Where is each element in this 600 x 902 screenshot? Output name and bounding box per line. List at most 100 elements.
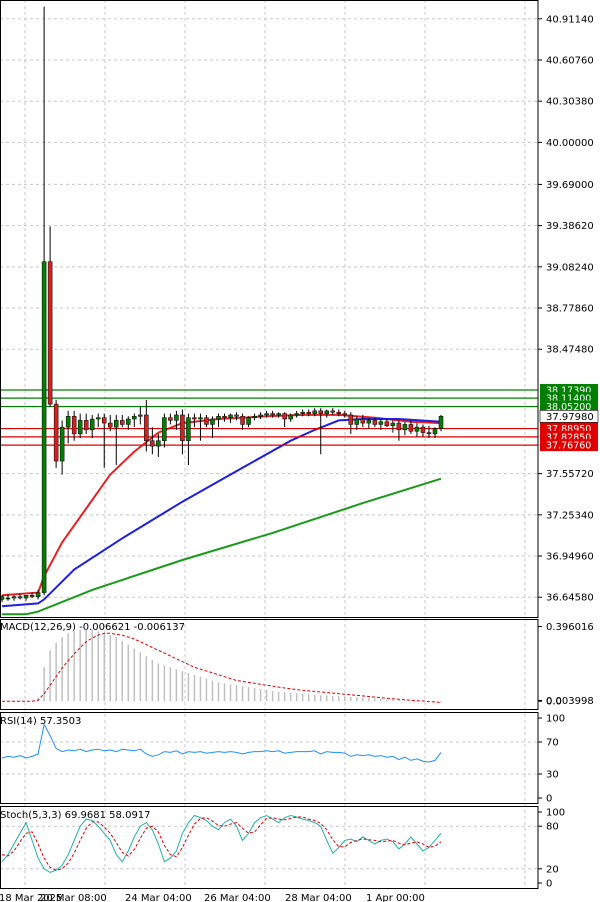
candle-body-47 [282,413,287,420]
candle-body-36 [216,416,221,420]
candle-body-20 [120,420,125,425]
time-tick-label-5: 1 Apr 00:00 [366,893,425,902]
price-tick-label-2: 40.30380 [546,97,594,108]
trading-chart[interactable]: MACD(12,26,9) -0.006621 -0.006137 RSI(14… [0,0,600,902]
stoch-tick-label-1: 80 [546,822,559,833]
candle-body-11 [65,416,71,428]
price-tick-label-5: 39.38620 [546,221,594,232]
candle-body-10 [59,426,65,462]
candle-body-46 [276,413,281,416]
candle-body-54 [324,410,329,414]
candle-body-60 [360,418,366,424]
candle-body-45 [270,413,275,416]
candle-body-72 [432,428,438,435]
stoch-title: Stoch(5,3,3) 69.9681 58.0917 [0,810,151,821]
candle-body-69 [414,426,420,432]
time-tick-label-3: 26 Mar 04:00 [204,893,271,902]
rsi-tick-label-2: 30 [546,770,559,781]
chart-background [0,0,600,902]
stoch-tick-label-0: 100 [546,808,565,819]
rsi-tick-label-0: 100 [546,714,565,725]
price-badges: 38.1739038.1140038.0520037.8895037.82850… [539,384,599,452]
candle-body-32 [192,417,197,420]
candle-body-67 [402,424,408,431]
price-tick-label-18: 36.94960 [546,552,594,563]
candle-body-3 [17,596,23,599]
candle-body-61 [366,420,372,424]
candle-body-30 [180,414,185,441]
candle-body-26 [156,440,161,447]
candle-body-15 [89,418,95,431]
candle-body-23 [138,414,143,417]
candle-body-19 [114,420,119,428]
candle-body-59 [354,418,360,425]
candle-body-63 [378,421,384,425]
price-tick-label-19: 36.64580 [546,593,594,604]
price-tick-label-16: 37.55720 [546,469,594,480]
candle-body-41 [246,417,251,425]
candle-body-48 [288,414,293,420]
candle-body-71 [426,432,432,435]
candle-body-4 [23,595,29,599]
price-tick-label-8: 38.47480 [546,345,594,356]
current-price-label: 37.97980 [546,412,594,423]
price-tick-label-3: 40.00000 [546,138,594,149]
candle-body-73 [438,416,444,429]
candle-body-57 [342,413,348,416]
candle-body-5 [29,595,35,597]
candle-body-40 [240,416,245,425]
candle-body-9 [53,403,59,462]
candle-body-28 [168,417,173,421]
candle-body-38 [228,414,233,418]
price-tick-label-4: 39.69000 [546,180,594,191]
candle-body-27 [162,417,167,441]
candle-body-14 [83,420,89,431]
candle-body-17 [101,417,107,424]
candle-body-25 [150,440,155,447]
candle-body-58 [348,414,354,425]
candle-body-8 [47,261,53,405]
price-tick-label-17: 37.25340 [546,510,594,521]
candle-body-21 [126,418,131,425]
candle-body-16 [95,417,101,420]
candle-body-24 [144,414,149,441]
candle-body-56 [336,411,342,414]
candle-body-29 [174,414,179,421]
time-tick-label-4: 28 Mar 04:00 [285,893,352,902]
stoch-tick-label-2: 20 [546,864,559,875]
rsi-tick-label-1: 70 [546,738,559,749]
candle-body-51 [306,411,311,414]
candle-body-55 [330,410,336,413]
candle-body-50 [300,411,305,414]
candle-body-33 [198,417,203,420]
stoch-tick-label-3: 0 [546,879,552,890]
candle-body-44 [264,413,269,416]
candle-body-18 [107,422,113,428]
macd-tick-label-2: 0.0 [546,697,562,708]
candle-body-65 [390,422,396,427]
candle-body-2 [11,596,17,599]
candle-body-13 [77,420,83,435]
candle-body-1 [5,597,11,600]
price-tick-label-1: 40.60760 [546,55,594,66]
support-badge-label-5: 37.76760 [546,441,591,452]
candle-body-39 [234,414,239,417]
rsi-tick-label-3: 0 [546,794,552,805]
time-tick-label-1: 20 Mar 08:00 [40,893,107,902]
rsi-title: RSI(14) 57.3503 [0,716,81,727]
macd-tick-label-0: 0.396016 [546,622,594,633]
candle-body-53 [318,410,323,414]
time-tick-label-2: 24 Mar 04:00 [125,893,192,902]
candle-body-7 [41,261,47,593]
candle-body-70 [420,426,426,433]
candle-body-31 [186,417,191,441]
candle-body-66 [396,422,402,431]
price-tick-label-0: 40.91140 [546,14,594,25]
candle-body-37 [222,416,227,418]
candle-body-35 [210,418,215,425]
candle-body-62 [372,420,378,425]
candle-body-34 [204,417,209,425]
candle-body-42 [252,416,257,418]
candle-body-6 [35,592,41,597]
candle-body-52 [312,410,317,414]
